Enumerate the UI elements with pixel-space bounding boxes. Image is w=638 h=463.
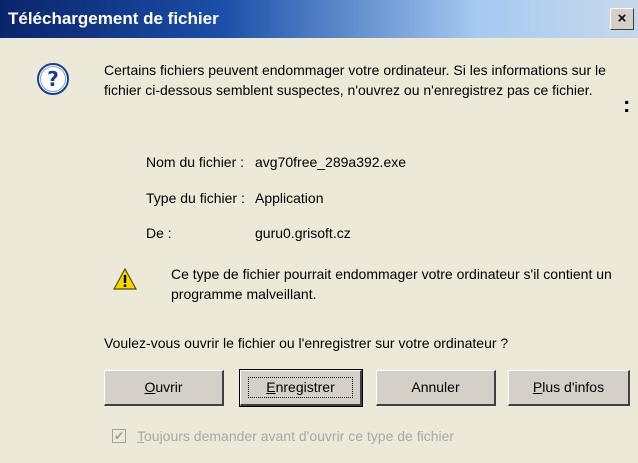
- file-type-value: Application: [255, 190, 324, 206]
- always-ask-mnemonic: T: [137, 428, 144, 444]
- always-ask-label: Toujours demander avant d'ouvrir ce type…: [137, 428, 454, 444]
- save-button-mnemonic: E: [266, 379, 276, 395]
- file-name-value: avg70free_289a392.exe: [255, 154, 407, 170]
- more-info-button[interactable]: Plus d'infos: [508, 370, 630, 406]
- security-message: Certains fichiers peuvent endommager vot…: [104, 62, 606, 98]
- open-button-mnemonic: O: [144, 379, 156, 395]
- dialog-title: Téléchargement de fichier: [8, 9, 219, 28]
- action-question: Voulez-vous ouvrir le fichier ou l'enreg…: [104, 335, 509, 351]
- title-bar[interactable]: Téléchargement de fichier ×: [0, 0, 638, 38]
- checkmark-icon: ✔: [113, 429, 125, 443]
- close-button[interactable]: ×: [610, 8, 634, 30]
- file-source-value: guru0.grisoft.cz: [255, 225, 351, 241]
- side-colon-glyph: :: [623, 92, 631, 117]
- open-button[interactable]: Ouvrir: [104, 370, 224, 406]
- file-download-dialog: Téléchargement de fichier × ? : Certains…: [0, 0, 638, 463]
- save-button-label: nregistrer: [275, 379, 335, 395]
- file-source-label: De :: [146, 225, 172, 241]
- save-button[interactable]: Enregistrer: [239, 369, 363, 407]
- svg-text:?: ?: [47, 67, 59, 91]
- file-type-label: Type du fichier :: [146, 190, 245, 206]
- more-info-button-label: lus d'infos: [542, 379, 605, 395]
- close-icon: ×: [617, 10, 627, 27]
- cancel-button-label: Annuler: [411, 379, 460, 395]
- question-icon: ?: [37, 63, 69, 95]
- more-info-button-mnemonic: P: [532, 379, 543, 395]
- file-name-label: Nom du fichier :: [146, 154, 245, 170]
- warning-message: Ce type de fichier pourrait endommager v…: [171, 266, 612, 302]
- cancel-button[interactable]: Annuler: [376, 370, 496, 406]
- always-ask-label-text: oujours demander avant d'ouvrir ce type …: [144, 428, 455, 444]
- warning-icon: [113, 268, 137, 290]
- always-ask-checkbox[interactable]: ✔: [112, 429, 126, 443]
- open-button-label: uvrir: [155, 379, 183, 395]
